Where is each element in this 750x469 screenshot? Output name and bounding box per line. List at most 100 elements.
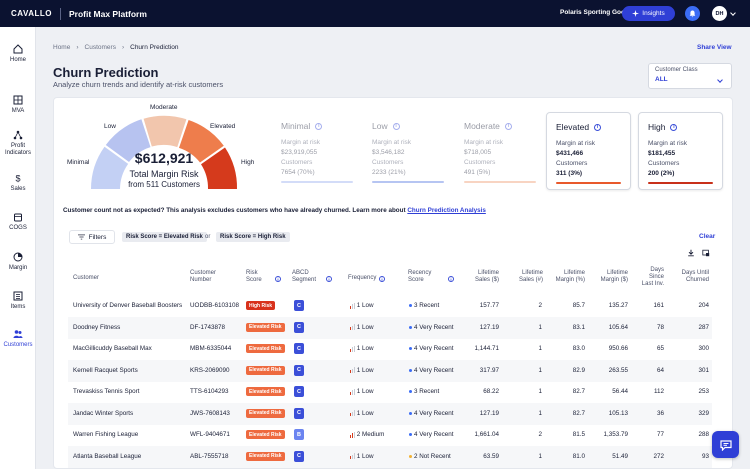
- brand-logo[interactable]: CAVALLO: [11, 9, 52, 18]
- col-customer[interactable]: Customer: [73, 275, 99, 282]
- customer-name[interactable]: Kernell Racquet Sports: [73, 367, 138, 374]
- lifetime-sales-count: 1: [538, 388, 542, 395]
- lifetime-sales: 127.19: [479, 323, 499, 331]
- customer-name[interactable]: University of Denver Baseball Boosters: [73, 302, 182, 309]
- table-row[interactable]: Jandac Winter Sports JWS-7608143 Elevate…: [68, 402, 712, 425]
- recency-cell: 3 Recent: [409, 302, 439, 309]
- col-lifetime-margin-pct[interactable]: Lifetime Margin (%): [548, 270, 585, 284]
- table-row[interactable]: University of Denver Baseball Boosters U…: [68, 295, 712, 317]
- table-row[interactable]: Warren Fishing League WFL-9404671 Elevat…: [68, 424, 712, 446]
- page-subtitle: Analyze churn trends and identify at-ris…: [53, 80, 224, 89]
- info-icon[interactable]: i: [275, 276, 281, 282]
- info-icon[interactable]: i: [379, 276, 385, 282]
- recency-dot: [409, 304, 412, 307]
- risk-badge: Elevated Risk: [246, 344, 285, 353]
- info-icon[interactable]: i: [670, 123, 678, 131]
- col-abcd-segment[interactable]: ABCD Segment: [292, 270, 316, 284]
- risk-panel-title: Moderate: [464, 121, 500, 131]
- risk-panel-low[interactable]: Low i Margin at risk $3,546,182 Customers…: [363, 112, 453, 190]
- col-customer-number[interactable]: Customer Number: [190, 270, 216, 284]
- recency-cell: 4 Very Recent: [409, 410, 454, 417]
- customer-name[interactable]: MacGillicuddy Baseball Max: [73, 345, 152, 352]
- risk-panel-elevated[interactable]: Elevated i Margin at risk $431,466 Custom…: [546, 112, 631, 190]
- table-row[interactable]: Atlanta Baseball League ABL-7555718 Elev…: [68, 445, 712, 468]
- recency-dot: [409, 433, 412, 436]
- customer-class-select[interactable]: Customer Class ALL: [648, 63, 732, 89]
- header-line: Last Inv.: [641, 281, 664, 288]
- gauge-segment-moderate[interactable]: [143, 115, 187, 148]
- col-lifetime-sales-count[interactable]: Lifetime Sales (#): [511, 270, 543, 284]
- col-risk-score[interactable]: Risk Score: [246, 270, 262, 284]
- risk-panel-high[interactable]: High i Margin at risk $181,455 Customers …: [638, 112, 723, 190]
- customer-name[interactable]: Warren Fishing League: [73, 431, 138, 438]
- header-line: Sales (#): [518, 277, 543, 284]
- users-icon: [13, 330, 23, 338]
- customer-number: JWS-7608143: [190, 409, 230, 417]
- sidebar-item-items[interactable]: Items: [0, 291, 36, 311]
- filter-icon: [77, 234, 85, 240]
- user-avatar[interactable]: DH: [712, 6, 727, 21]
- sidebar-item-mva[interactable]: MVA: [0, 95, 36, 115]
- insights-label: Insights: [642, 10, 665, 17]
- info-icon[interactable]: i: [594, 123, 602, 131]
- table-row[interactable]: Kernell Racquet Sports KRS-2069090 Eleva…: [68, 359, 712, 382]
- signal-icon: [350, 302, 355, 309]
- filter-chip-elevated[interactable]: Risk Score = Elevated Risk: [122, 232, 207, 242]
- col-days-since[interactable]: Days Since Last Inv.: [636, 267, 664, 289]
- col-days-until[interactable]: Days Until Churned: [673, 270, 709, 284]
- clear-filters-button[interactable]: Clear: [699, 233, 715, 240]
- download-icon[interactable]: [687, 249, 695, 257]
- sidebar-item-cogs[interactable]: COGS: [0, 212, 36, 232]
- customers-value: 7654 (70%): [281, 169, 315, 176]
- breadcrumb-customers[interactable]: Customers: [85, 44, 116, 51]
- col-lifetime-margin[interactable]: Lifetime Margin ($): [591, 270, 628, 284]
- info-icon[interactable]: i: [315, 122, 323, 130]
- filters-button[interactable]: Filters: [69, 230, 115, 244]
- filter-chip-high[interactable]: Risk Score = High Risk: [216, 232, 290, 242]
- recency-cell: 3 Recent: [409, 388, 439, 395]
- signal-icon: [350, 410, 355, 416]
- chat-button[interactable]: [712, 431, 739, 458]
- recency-dot: [409, 411, 412, 415]
- sidebar-item-margin[interactable]: Margin: [0, 252, 36, 272]
- notifications-button[interactable]: [685, 6, 700, 21]
- customer-name[interactable]: Doodney Fitness: [73, 324, 120, 331]
- customer-name[interactable]: Jandac Winter Sports: [73, 410, 133, 417]
- recency-value: 4 Very Recent: [414, 409, 454, 417]
- header-line: Lifetime: [521, 270, 543, 276]
- customer-name[interactable]: Trevaskiss Tennis Sport: [73, 388, 140, 395]
- share-view-link[interactable]: Share View: [697, 44, 732, 51]
- table-row[interactable]: Trevaskiss Tennis Sport TTS-6104293 Elev…: [68, 381, 712, 403]
- breadcrumb-home[interactable]: Home: [53, 44, 70, 51]
- gauge-label-low: Low: [104, 123, 116, 130]
- col-frequency[interactable]: Frequency: [348, 275, 376, 282]
- info-icon[interactable]: i: [448, 276, 454, 282]
- sidebar-item-customers[interactable]: Customers: [0, 329, 36, 349]
- table-row[interactable]: MacGillicuddy Baseball Max MBM-6335044 E…: [68, 338, 712, 360]
- lifetime-margin-pct: 81.0: [572, 452, 585, 460]
- segment-badge: C: [294, 321, 304, 333]
- sidebar-item-home[interactable]: Home: [0, 44, 36, 64]
- col-lifetime-sales[interactable]: Lifetime Sales ($): [468, 270, 499, 284]
- info-icon[interactable]: i: [392, 122, 400, 130]
- churn-analysis-link[interactable]: Churn Prediction Analysis: [407, 207, 486, 214]
- sidebar-item-profit-indicators[interactable]: Profit Indicators: [0, 130, 36, 157]
- frequency-cell: 1 Low: [350, 324, 374, 331]
- columns-icon[interactable]: [702, 249, 710, 257]
- total-margin-risk-value: $612,921: [134, 150, 194, 166]
- lifetime-margin: 263.55: [608, 366, 628, 374]
- info-icon[interactable]: i: [326, 276, 332, 282]
- insights-button[interactable]: Insights: [622, 6, 675, 21]
- customer-name[interactable]: Atlanta Baseball League: [73, 453, 141, 460]
- frequency-cell: 1 Low: [350, 367, 374, 374]
- lifetime-margin-pct: 83.1: [572, 323, 585, 331]
- col-recency-score[interactable]: Recency Score: [408, 270, 431, 284]
- lifetime-margin: 1,353.79: [603, 431, 628, 438]
- info-icon[interactable]: i: [504, 122, 512, 130]
- days-since-last-invoice: 77: [656, 431, 664, 438]
- risk-panel-moderate[interactable]: Moderate i Margin at risk $718,005 Custom…: [455, 112, 545, 190]
- sidebar-item-sales[interactable]: $ Sales: [0, 173, 36, 193]
- table-row[interactable]: Doodney Fitness DF-1743878 Elevated Risk…: [68, 316, 712, 339]
- breadcrumb: Home › Customers › Churn Prediction: [53, 44, 179, 51]
- risk-panel-minimal[interactable]: Minimal i Margin at risk $23,919,055 Cust…: [272, 112, 362, 190]
